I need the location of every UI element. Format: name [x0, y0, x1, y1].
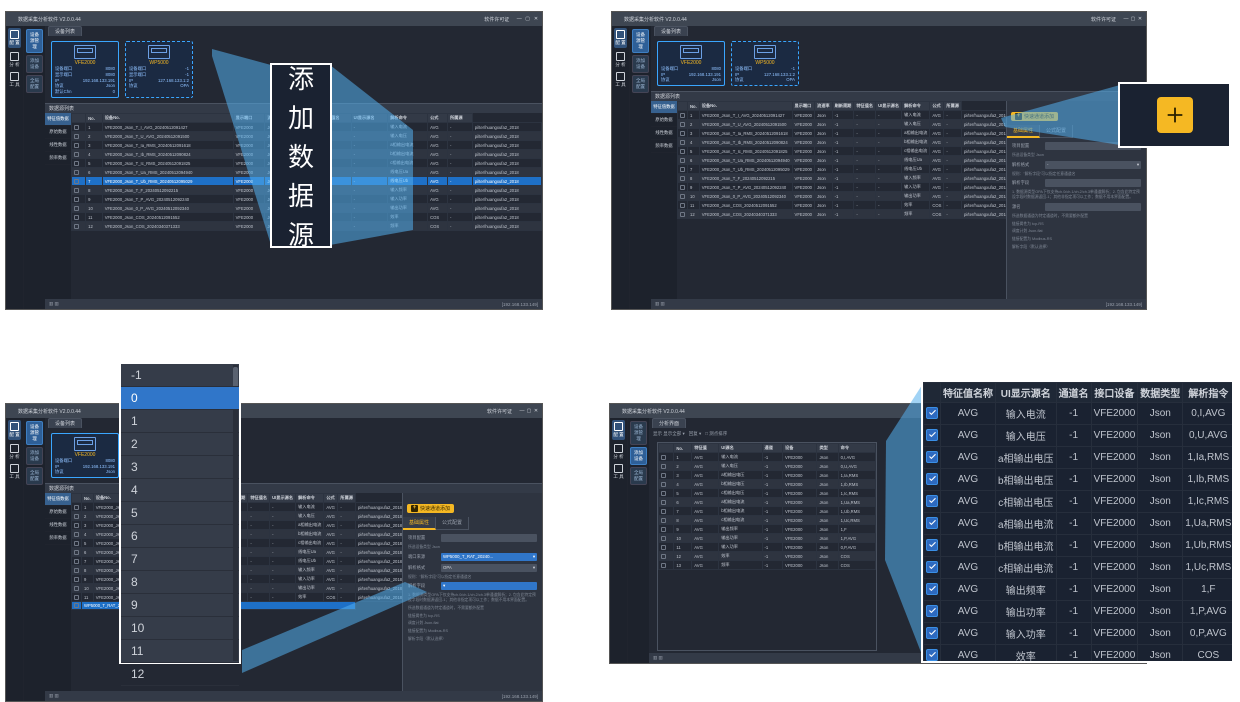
- checkbox-checked[interactable]: [926, 495, 938, 507]
- checkbox-checked[interactable]: [926, 473, 938, 485]
- channel-dropdown[interactable]: -10123456789101112: [119, 362, 241, 664]
- checkbox-checked[interactable]: [926, 649, 938, 661]
- dropdown-option[interactable]: 8: [121, 571, 239, 594]
- table-row[interactable]: AVG输入电流-1VFE2000Json0,I,AVG: [924, 403, 1234, 425]
- dropdown-option[interactable]: 7: [121, 548, 239, 571]
- dropdown-option[interactable]: 10: [121, 617, 239, 640]
- detail-callout: 特征值名称UI显示源名通道名接口设备数据类型解析指令AVG输入电流-1VFE20…: [921, 380, 1234, 663]
- callout-rays: [0, 360, 555, 700]
- dropdown-option[interactable]: 4: [121, 479, 239, 502]
- plus-icon: [1164, 104, 1186, 126]
- dropdown-option[interactable]: 5: [121, 502, 239, 525]
- dropdown-option[interactable]: 9: [121, 594, 239, 617]
- table-row[interactable]: AVG输入电压-1VFE2000Json0,U,AVG: [924, 425, 1234, 447]
- table-row[interactable]: AVGc相输出电流-1VFE2000Json1,Uc,RMS: [924, 557, 1234, 579]
- add-button[interactable]: [1157, 97, 1193, 133]
- checkbox-checked[interactable]: [926, 429, 938, 441]
- checkbox-checked[interactable]: [926, 583, 938, 595]
- table-row[interactable]: AVG输出频率-1VFE2000Json1,F: [924, 579, 1234, 601]
- callout-text: 添加数据源: [272, 65, 330, 246]
- table-row[interactable]: AVG输入功率-1VFE2000Json0,P,AVG: [924, 623, 1234, 645]
- dropdown-option[interactable]: 0: [121, 387, 239, 410]
- callout-plus: [1118, 82, 1231, 148]
- table-row[interactable]: AVGa相输出电流-1VFE2000Json1,Ua,RMS: [924, 513, 1234, 535]
- checkbox-checked[interactable]: [926, 407, 938, 419]
- checkbox-checked[interactable]: [926, 561, 938, 573]
- table-row[interactable]: AVGb相输出电流-1VFE2000Json1,Ub,RMS: [924, 535, 1234, 557]
- table-row[interactable]: AVGa相输出电压-1VFE2000Json1,Ia,RMS: [924, 447, 1234, 469]
- checkbox-checked[interactable]: [926, 605, 938, 617]
- table-row[interactable]: AVG效率-1VFE2000JsonCOS: [924, 645, 1234, 664]
- checkbox-checked[interactable]: [926, 517, 938, 529]
- dropdown-option[interactable]: 1: [121, 410, 239, 433]
- dropdown-option[interactable]: 3: [121, 456, 239, 479]
- callout-add-source: 添加数据源: [270, 63, 332, 248]
- callout-rays: [600, 0, 1240, 320]
- checkbox-checked[interactable]: [926, 539, 938, 551]
- detail-table[interactable]: 特征值名称UI显示源名通道名接口设备数据类型解析指令AVG输入电流-1VFE20…: [923, 382, 1234, 663]
- table-row[interactable]: AVGc相输出电压-1VFE2000Json1,Ic,RMS: [924, 491, 1234, 513]
- table-row[interactable]: AVGb相输出电压-1VFE2000Json1,Ib,RMS: [924, 469, 1234, 491]
- dropdown-option[interactable]: 6: [121, 525, 239, 548]
- checkbox-checked[interactable]: [926, 451, 938, 463]
- table-row[interactable]: AVG输出功率-1VFE2000Json1,P,AVG: [924, 601, 1234, 623]
- dropdown-option[interactable]: 11: [121, 640, 239, 663]
- dropdown-option[interactable]: -1: [121, 364, 239, 387]
- dropdown-option[interactable]: 2: [121, 433, 239, 456]
- checkbox-checked[interactable]: [926, 627, 938, 639]
- dropdown-option[interactable]: 12: [121, 663, 239, 686]
